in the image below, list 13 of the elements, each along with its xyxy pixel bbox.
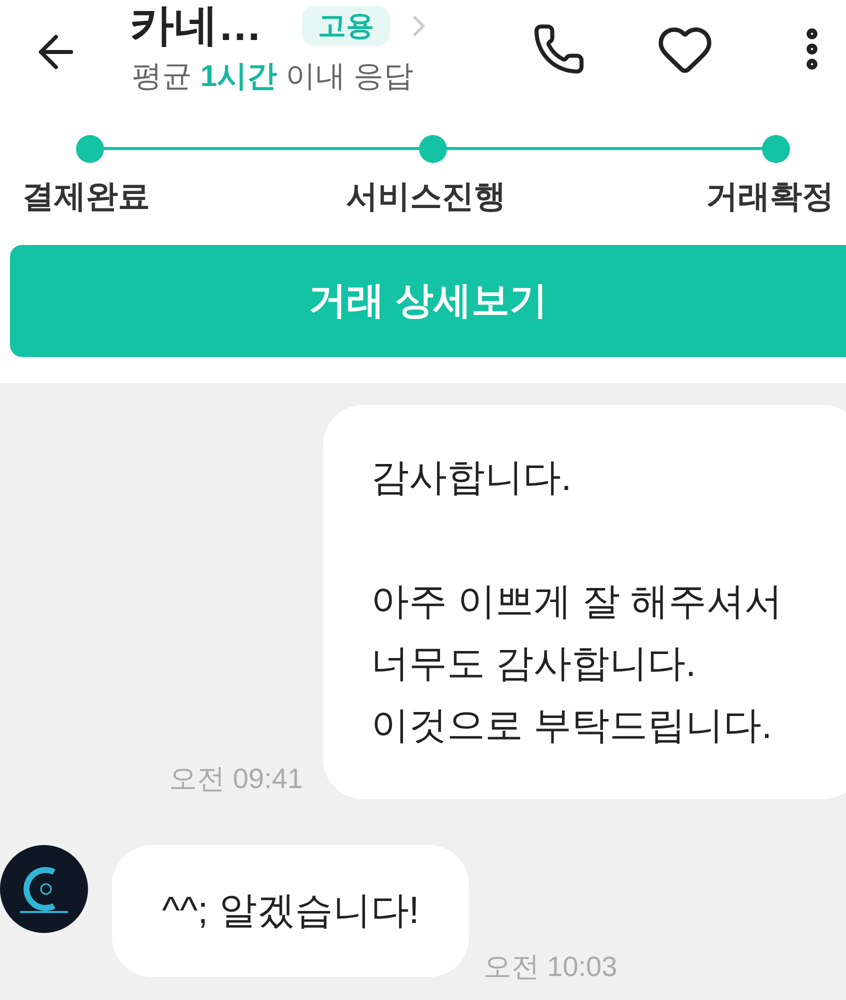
chat-title: 카네…	[130, 4, 262, 48]
avatar-icon	[0, 845, 88, 933]
sent-message-bubble: 감사합니다. 아주 이쁘게 잘 해주셔서 너무도 감사합니다. 이것으로 부탁드립니다.	[323, 405, 846, 799]
step-label: 결제완료	[22, 180, 150, 212]
response-time: 평균 1시간 이내 응답	[132, 62, 414, 92]
step-label: 거래확정	[706, 180, 834, 212]
step-label: 서비스진행	[346, 180, 506, 212]
transaction-detail-button[interactable]: 거래 상세보기	[10, 245, 846, 357]
message-time: 오전 10:03	[483, 953, 618, 981]
phone-icon[interactable]	[532, 22, 586, 76]
employment-badge: 고용	[302, 6, 390, 46]
message-time: 오전 09:41	[169, 765, 303, 793]
received-message-bubble: ^^; 알겠습니다!	[112, 845, 470, 977]
